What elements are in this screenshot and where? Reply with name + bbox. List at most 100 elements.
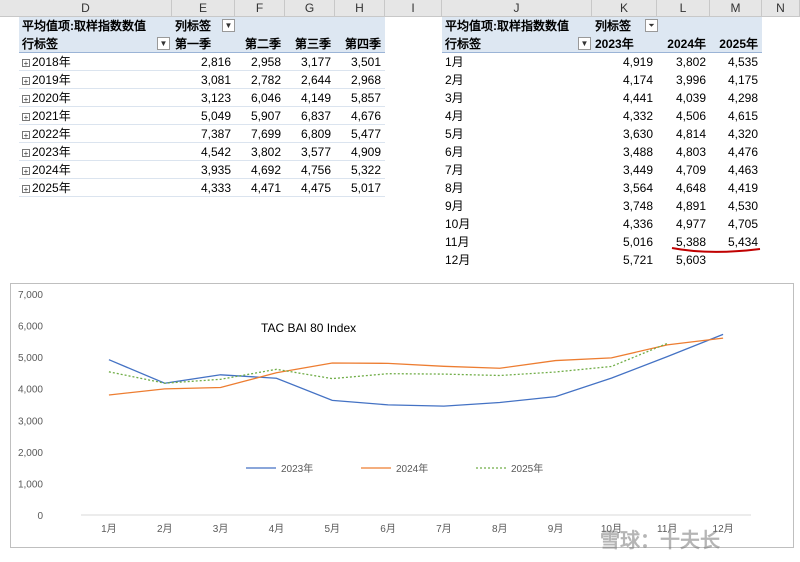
pivot1-header-q3[interactable]: 第三季 [285,35,335,53]
pivot1-cell[interactable]: 7,699 [235,125,285,143]
pivot1-cell[interactable]: 3,081 [172,71,235,89]
pivot2-cell[interactable]: 4,977 [657,215,710,233]
pivot2-cell[interactable]: 3,488 [592,143,657,161]
pivot2-cell[interactable]: 4,615 [710,107,762,125]
expand-plus-icon[interactable]: + [22,130,30,139]
pivot2-col-filter-icon[interactable]: ⏷ [645,19,658,32]
expand-plus-icon[interactable]: + [22,166,30,175]
pivot2-value-label[interactable]: 平均值项:取样指数数值 [442,17,592,35]
pivot1-header-q4[interactable]: 第四季 [335,35,385,53]
pivot2-row-filter-dropdown[interactable]: ▼ [578,37,591,50]
pivot1-cell[interactable]: 6,046 [235,89,285,107]
pivot1-cell[interactable]: 3,501 [335,53,385,71]
pivot1-cell[interactable]: 3,577 [285,143,335,161]
pivot2-cell[interactable]: 4,891 [657,197,710,215]
expand-plus-icon[interactable]: + [22,112,30,121]
pivot2-cell[interactable]: 4,463 [710,161,762,179]
pivot2-cell[interactable]: 4,039 [657,89,710,107]
pivot2-row-month[interactable]: 2月 [442,71,592,89]
pivot2-row-month[interactable]: 12月 [442,251,592,269]
pivot1-cell[interactable]: 5,477 [335,125,385,143]
expand-plus-icon[interactable]: + [22,184,30,193]
pivot1-cell[interactable]: 4,475 [285,179,335,197]
pivot2-cell[interactable]: 4,535 [710,53,762,71]
column-header-n[interactable]: N [762,0,800,17]
pivot2-row-month[interactable]: 11月 [442,233,592,251]
pivot1-row-label-5[interactable]: +2023年 [19,143,172,161]
pivot2-cell[interactable]: 3,996 [657,71,710,89]
column-header-i[interactable]: I [385,0,442,17]
pivot1-cell[interactable]: 4,471 [235,179,285,197]
pivot1-row-label-4[interactable]: +2022年 [19,125,172,143]
pivot1-cell[interactable]: 6,837 [285,107,335,125]
pivot1-cell[interactable]: 2,958 [235,53,285,71]
pivot1-cell[interactable]: 6,809 [285,125,335,143]
pivot1-value-label[interactable]: 平均值项:取样指数数值 [19,17,172,35]
pivot2-row-month[interactable]: 5月 [442,125,592,143]
pivot2-row-month[interactable]: 9月 [442,197,592,215]
pivot1-cell[interactable]: 3,802 [235,143,285,161]
column-header-h[interactable]: H [335,0,385,17]
pivot1-row-filter-dropdown[interactable]: ▼ [157,37,170,50]
pivot2-cell[interactable]: 3,630 [592,125,657,143]
pivot2-cell[interactable]: 4,320 [710,125,762,143]
pivot2-cell[interactable]: 3,449 [592,161,657,179]
pivot2-row-month[interactable]: 3月 [442,89,592,107]
pivot1-cell[interactable]: 5,017 [335,179,385,197]
expand-plus-icon[interactable]: + [22,94,30,103]
pivot2-row-month[interactable]: 7月 [442,161,592,179]
pivot2-cell[interactable]: 4,332 [592,107,657,125]
pivot2-cell[interactable]: 4,814 [657,125,710,143]
column-header-d[interactable]: D [0,0,172,17]
pivot2-header-2024[interactable]: 2024年 [657,35,710,53]
pivot1-row-label-3[interactable]: +2021年 [19,107,172,125]
expand-plus-icon[interactable]: + [22,58,30,67]
pivot1-cell[interactable]: 4,692 [235,161,285,179]
pivot1-row-label-1[interactable]: +2019年 [19,71,172,89]
pivot2-cell[interactable]: 4,298 [710,89,762,107]
pivot2-row-month[interactable]: 10月 [442,215,592,233]
pivot2-cell[interactable]: 3,802 [657,53,710,71]
pivot2-cell[interactable]: 4,476 [710,143,762,161]
pivot2-cell[interactable]: 4,919 [592,53,657,71]
pivot1-cell[interactable]: 7,387 [172,125,235,143]
pivot2-cell[interactable]: 4,803 [657,143,710,161]
column-header-e[interactable]: E [172,0,235,17]
column-header-k[interactable]: K [592,0,657,17]
pivot2-row-month[interactable]: 4月 [442,107,592,125]
line-chart[interactable]: 0 1,000 2,000 3,000 4,000 5,000 6,000 7,000 1月 2月… [10,283,794,548]
pivot2-cell[interactable]: 5,016 [592,233,657,251]
pivot1-cell[interactable]: 3,123 [172,89,235,107]
pivot2-cell[interactable]: 4,705 [710,215,762,233]
pivot1-row-label[interactable]: 行标签 [19,35,172,53]
pivot2-cell[interactable]: 4,419 [710,179,762,197]
pivot1-cell[interactable]: 4,333 [172,179,235,197]
pivot1-header-q2[interactable]: 第二季 [235,35,285,53]
pivot2-cell[interactable]: 4,506 [657,107,710,125]
pivot1-cell[interactable]: 5,907 [235,107,285,125]
pivot2-cell[interactable]: 5,721 [592,251,657,269]
column-header-j[interactable]: J [442,0,592,17]
pivot1-cell[interactable]: 4,909 [335,143,385,161]
pivot2-cell[interactable]: 3,564 [592,179,657,197]
pivot1-cell[interactable]: 5,049 [172,107,235,125]
column-header-f[interactable]: F [235,0,285,17]
pivot1-cell[interactable]: 4,676 [335,107,385,125]
pivot2-cell[interactable]: 4,441 [592,89,657,107]
pivot1-cell[interactable]: 5,857 [335,89,385,107]
pivot2-cell[interactable]: 3,748 [592,197,657,215]
expand-plus-icon[interactable]: + [22,148,30,157]
column-header-m[interactable]: M [710,0,762,17]
pivot1-cell[interactable]: 4,756 [285,161,335,179]
pivot2-row-label[interactable]: 行标签 [442,35,592,53]
pivot2-cell[interactable]: 4,174 [592,71,657,89]
pivot1-row-label-6[interactable]: +2024年 [19,161,172,179]
pivot2-row-month[interactable]: 8月 [442,179,592,197]
pivot1-cell[interactable]: 5,322 [335,161,385,179]
pivot1-cell[interactable]: 3,935 [172,161,235,179]
pivot1-row-label-7[interactable]: +2025年 [19,179,172,197]
pivot1-cell[interactable]: 2,816 [172,53,235,71]
column-header-g[interactable]: G [285,0,335,17]
pivot1-header-q1[interactable]: 第一季 [172,35,235,53]
pivot1-row-label-0[interactable]: +2018年 [19,53,172,71]
